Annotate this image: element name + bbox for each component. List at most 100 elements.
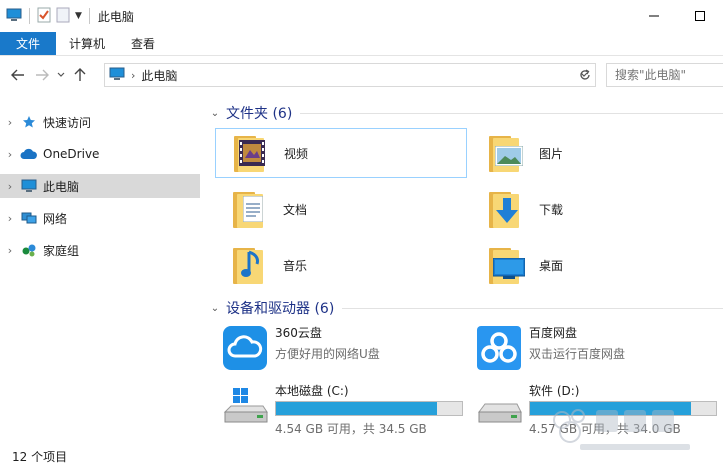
chevron-right-icon[interactable]: › bbox=[0, 244, 20, 257]
folder-label: 下载 bbox=[539, 202, 564, 217]
group-divider bbox=[300, 112, 723, 114]
minimize-icon bbox=[649, 15, 659, 17]
back-button[interactable] bbox=[6, 63, 30, 87]
video-folder-icon bbox=[226, 130, 272, 176]
sidebar-item-onedrive[interactable]: › OneDrive bbox=[0, 142, 203, 166]
address-bar[interactable]: › 此电脑 bbox=[104, 63, 596, 87]
folder-label: 图片 bbox=[539, 146, 564, 161]
customize-toolbar-icon[interactable]: ▼ bbox=[75, 11, 82, 21]
drive-usage-fill bbox=[530, 402, 692, 415]
refresh-button[interactable] bbox=[574, 63, 596, 87]
device-name: 百度网盘 bbox=[529, 326, 578, 340]
windows-drive-icon bbox=[221, 382, 269, 430]
sidebar-item-label: 网络 bbox=[43, 211, 68, 226]
maximize-icon bbox=[695, 11, 705, 21]
chevron-down-icon bbox=[57, 72, 65, 77]
sidebar-item-quick-access[interactable]: › 快速访问 bbox=[0, 110, 203, 134]
sidebar-item-this-pc[interactable]: › 此电脑 bbox=[0, 174, 200, 198]
360-cloud-icon bbox=[221, 324, 269, 372]
maximize-button[interactable] bbox=[677, 0, 723, 32]
hard-drive-icon bbox=[475, 382, 523, 430]
group-title: 文件夹 (6) bbox=[226, 106, 293, 122]
content-pane: ⌄ 文件夹 (6) 视频 图片 文档 下载 音乐 桌面 ⌄ 设备和驱动器 (6)… bbox=[207, 94, 723, 444]
drive-tile-d[interactable]: 软件 (D:) 4.57 GB 可用，共 34.0 GB bbox=[465, 380, 723, 436]
toolbar-divider bbox=[29, 8, 30, 24]
device-description: 双击运行百度网盘 bbox=[529, 347, 626, 361]
arrow-right-icon bbox=[36, 69, 49, 81]
title-bar: ▼ 此电脑 bbox=[0, 0, 723, 32]
tab-view[interactable]: 查看 bbox=[118, 32, 168, 55]
minimize-button[interactable] bbox=[631, 0, 677, 32]
sidebar-item-label: 快速访问 bbox=[43, 115, 92, 130]
tab-computer[interactable]: 计算机 bbox=[56, 32, 118, 55]
sidebar-item-homegroup[interactable]: › 家庭组 bbox=[0, 238, 203, 262]
folder-tile-pictures[interactable]: 图片 bbox=[471, 128, 723, 178]
chevron-right-icon[interactable]: › bbox=[0, 148, 20, 161]
forward-button[interactable] bbox=[30, 63, 54, 87]
chevron-right-icon[interactable]: › bbox=[0, 212, 20, 225]
drive-usage-fill bbox=[276, 402, 438, 415]
desktop-folder-icon bbox=[481, 242, 527, 288]
chevron-down-icon[interactable]: ⌄ bbox=[207, 108, 223, 119]
drive-name: 软件 (D:) bbox=[529, 384, 580, 398]
folder-tile-documents[interactable]: 文档 bbox=[215, 184, 467, 234]
toolbar-divider bbox=[88, 8, 90, 24]
drive-free-space: 4.57 GB 可用，共 34.0 GB bbox=[529, 422, 681, 436]
quick-access-toolbar: ▼ bbox=[0, 7, 92, 26]
sidebar-item-label: OneDrive bbox=[43, 147, 100, 161]
drive-free-space: 4.54 GB 可用，共 34.5 GB bbox=[275, 422, 427, 436]
item-count: 12 个项目 bbox=[12, 449, 68, 464]
folder-label: 文档 bbox=[283, 202, 308, 217]
computer-icon bbox=[20, 178, 38, 194]
sidebar-item-label: 此电脑 bbox=[43, 179, 80, 194]
arrow-up-icon bbox=[74, 68, 86, 81]
homegroup-icon bbox=[20, 242, 38, 258]
pictures-folder-icon bbox=[481, 130, 527, 176]
chevron-right-icon[interactable]: › bbox=[0, 116, 20, 129]
folder-label: 音乐 bbox=[283, 258, 308, 273]
cloud-icon bbox=[20, 146, 38, 162]
arrow-left-icon bbox=[11, 69, 24, 81]
device-tile-360-cloud[interactable]: 360云盘 方便好用的网络U盘 bbox=[211, 322, 463, 378]
star-icon bbox=[20, 114, 38, 130]
folder-label: 桌面 bbox=[539, 258, 564, 273]
refresh-icon bbox=[579, 69, 590, 80]
up-button[interactable] bbox=[68, 63, 92, 87]
navigation-pane: › 快速访问 › OneDrive › 此电脑 › 网络 › 家庭组 bbox=[0, 100, 203, 440]
new-folder-icon[interactable] bbox=[56, 7, 70, 26]
folder-tile-downloads[interactable]: 下载 bbox=[471, 184, 723, 234]
computer-icon bbox=[109, 67, 125, 84]
device-description: 方便好用的网络U盘 bbox=[275, 347, 380, 361]
computer-icon[interactable] bbox=[6, 8, 22, 25]
network-icon bbox=[20, 210, 38, 226]
ribbon-tabs: 文件 计算机 查看 bbox=[0, 32, 723, 56]
tab-file[interactable]: 文件 bbox=[0, 32, 56, 55]
drive-name: 本地磁盘 (C:) bbox=[275, 384, 349, 398]
device-tile-baidu-netdisk[interactable]: 百度网盘 双击运行百度网盘 bbox=[465, 322, 723, 378]
breadcrumb-this-pc[interactable]: 此电脑 bbox=[141, 67, 177, 84]
baidu-netdisk-icon bbox=[475, 324, 523, 372]
navigation-bar: › 此电脑 bbox=[0, 60, 723, 90]
recent-locations-button[interactable] bbox=[54, 63, 68, 87]
folder-tile-music[interactable]: 音乐 bbox=[215, 240, 467, 290]
window-title: 此电脑 bbox=[97, 9, 134, 24]
device-name: 360云盘 bbox=[275, 326, 322, 340]
group-divider bbox=[342, 307, 723, 309]
properties-icon[interactable] bbox=[37, 7, 51, 26]
drive-usage-bar bbox=[275, 401, 463, 416]
group-header-folders[interactable]: ⌄ 文件夹 (6) bbox=[207, 102, 723, 124]
search-input[interactable] bbox=[606, 63, 723, 87]
breadcrumb-chevron-icon[interactable]: › bbox=[131, 69, 135, 82]
documents-folder-icon bbox=[225, 186, 271, 232]
chevron-down-icon[interactable]: ⌄ bbox=[207, 303, 223, 314]
group-title: 设备和驱动器 (6) bbox=[226, 301, 335, 317]
group-header-devices[interactable]: ⌄ 设备和驱动器 (6) bbox=[207, 297, 723, 319]
status-bar: 12 个项目 bbox=[0, 444, 723, 468]
folder-tile-videos[interactable]: 视频 bbox=[215, 128, 467, 178]
chevron-right-icon[interactable]: › bbox=[0, 180, 20, 193]
sidebar-item-label: 家庭组 bbox=[43, 243, 80, 258]
sidebar-item-network[interactable]: › 网络 bbox=[0, 206, 203, 230]
folder-tile-desktop[interactable]: 桌面 bbox=[471, 240, 723, 290]
drive-tile-c[interactable]: 本地磁盘 (C:) 4.54 GB 可用，共 34.5 GB bbox=[211, 380, 463, 436]
folder-label: 视频 bbox=[284, 146, 309, 161]
